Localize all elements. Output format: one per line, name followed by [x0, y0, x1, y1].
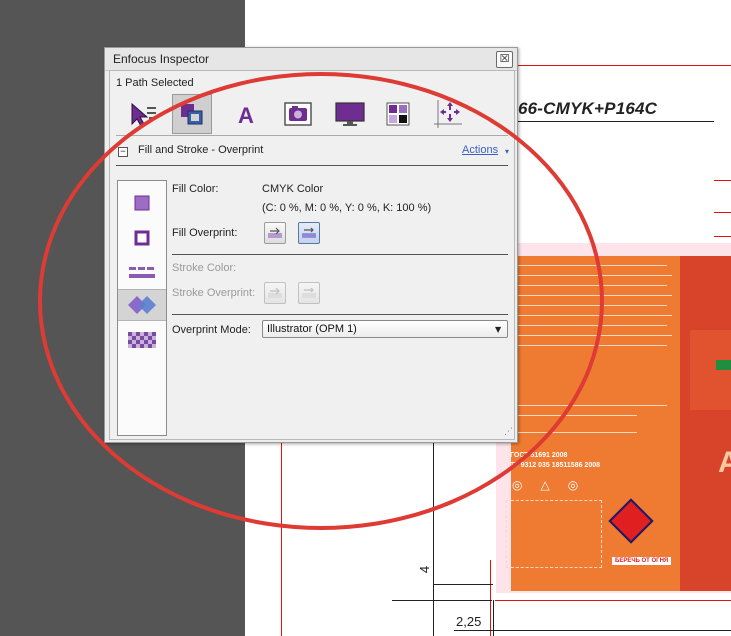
color-separation-button[interactable]: [378, 94, 418, 134]
overprint-mode-value: Illustrator (OPM 1): [267, 323, 357, 335]
section-title: Fill and Stroke - Overprint: [138, 144, 264, 156]
label-letter: А: [718, 446, 731, 479]
dimension-horizontal: 2,25: [456, 614, 482, 629]
resize-grip-icon[interactable]: ⋰: [504, 427, 513, 437]
label-text-line: [517, 345, 667, 346]
overprint-mode-label: Overprint Mode:: [172, 324, 251, 336]
panel-titlebar[interactable]: Enfocus Inspector ☒: [105, 48, 517, 71]
overprint-icon: [128, 296, 156, 314]
overprint-on-icon: [302, 227, 316, 238]
stroke-mode-divider: [172, 314, 508, 315]
label-barcode-area: [506, 500, 602, 568]
trim-line: [714, 180, 731, 181]
label-gost-line: ТУ 9312 035 18511586 2008: [510, 462, 600, 469]
label-warning-text: БЕРЕЧЬ ОТ ОГНЯ: [612, 557, 672, 565]
color-separation-icon: [386, 102, 410, 126]
selection-status: 1 Path Selected: [116, 77, 194, 89]
knockout-icon: [268, 287, 282, 298]
category-toolbar: A: [116, 94, 508, 134]
label-gost-line: ГОСТ 51691 2008: [510, 452, 568, 459]
fill-stroke-icon: [181, 104, 203, 125]
select-path-icon: [131, 102, 156, 127]
position-button[interactable]: [428, 94, 468, 134]
text-icon: A: [238, 103, 254, 127]
section-divider: [116, 165, 508, 166]
label-text-line: [517, 405, 667, 406]
label-brand-panel: [680, 256, 731, 591]
label-text-line: [517, 275, 672, 276]
dimension-line: [454, 630, 494, 631]
select-path-button[interactable]: [124, 94, 164, 134]
label-green-shape: [716, 360, 731, 370]
fill-overprint-button[interactable]: [298, 222, 320, 244]
trim-line: [281, 440, 282, 636]
dimension-line: [392, 600, 492, 601]
dimension-line: [493, 600, 494, 636]
fill-square-icon: [134, 195, 150, 211]
fill-stroke-button[interactable]: [172, 94, 212, 134]
display-icon: [335, 102, 365, 126]
side-item-overprint[interactable]: [118, 289, 166, 321]
overprint-off-icon: [302, 287, 316, 298]
label-text-line: [517, 325, 667, 326]
chevron-down-icon[interactable]: ▾: [505, 147, 509, 156]
fill-stroke-divider: [172, 254, 508, 255]
side-item-stroke[interactable]: [118, 222, 166, 254]
panel-title: Enfocus Inspector: [113, 52, 210, 66]
fill-color-label: Fill Color:: [172, 183, 219, 195]
label-brand-shape: [690, 330, 731, 410]
trim-line: [490, 560, 491, 636]
side-item-fill[interactable]: [118, 187, 166, 219]
display-button[interactable]: [330, 94, 370, 134]
dimension-line: [433, 584, 493, 585]
label-text-line: [517, 415, 637, 416]
label-certification-icons: ◎△◎: [512, 478, 597, 492]
stroke-overprint-button: [298, 282, 320, 304]
enfocus-inspector-panel[interactable]: Enfocus Inspector ☒ 1 Path Selected A − …: [104, 47, 518, 443]
svg-text:A: A: [238, 103, 254, 127]
side-item-transparency[interactable]: [118, 324, 166, 356]
actions-menu-link[interactable]: Actions: [462, 144, 498, 156]
section-header: − Fill and Stroke - Overprint Actions ▾: [116, 141, 509, 163]
label-text-line: [517, 295, 672, 296]
knockout-icon: [268, 227, 282, 238]
stroke-square-icon: [134, 230, 150, 246]
subcategory-list: [117, 180, 167, 436]
label-text-line: [517, 285, 667, 286]
document-heading: 66-CMYK+P164C: [518, 99, 658, 118]
image-button[interactable]: [278, 94, 318, 134]
overprint-mode-select[interactable]: Illustrator (OPM 1) ▼: [262, 320, 508, 338]
heading-rule: [518, 121, 714, 122]
trim-line: [495, 600, 731, 601]
trim-line: [714, 212, 731, 213]
guide-line: [433, 440, 434, 636]
toolbar-divider: [116, 135, 508, 136]
position-icon: [434, 100, 462, 128]
close-button[interactable]: ☒: [496, 51, 513, 68]
label-text-line: [517, 335, 672, 336]
label-text-line: [517, 265, 667, 266]
fill-color-values: (C: 0 %, M: 0 %, Y: 0 %, K: 100 %): [262, 202, 432, 214]
trim-line: [515, 65, 731, 66]
image-icon: [284, 102, 312, 126]
text-button[interactable]: A: [226, 94, 266, 134]
collapse-icon[interactable]: −: [118, 147, 128, 157]
trim-line: [714, 236, 731, 237]
dimension-line: [494, 630, 731, 631]
label-text-line: [517, 432, 637, 433]
dropdown-arrow-icon: ▼: [495, 325, 502, 334]
stroke-overprint-label: Stroke Overprint:: [172, 287, 256, 299]
fill-knockout-button[interactable]: [264, 222, 286, 244]
label-text-line: [517, 315, 672, 316]
fill-overprint-label: Fill Overprint:: [172, 227, 238, 239]
dashed-stroke-icon: [129, 267, 155, 278]
stroke-knockout-button: [264, 282, 286, 304]
label-text-line: [517, 305, 667, 306]
fill-color-space: CMYK Color: [262, 183, 324, 195]
dimension-vertical: 4: [417, 565, 433, 574]
side-item-dashes[interactable]: [118, 257, 166, 289]
panel-content: 1 Path Selected A − Fill and Stroke - Ov…: [109, 70, 515, 440]
transparency-icon: [128, 332, 156, 348]
stroke-color-label: Stroke Color:: [172, 262, 237, 274]
